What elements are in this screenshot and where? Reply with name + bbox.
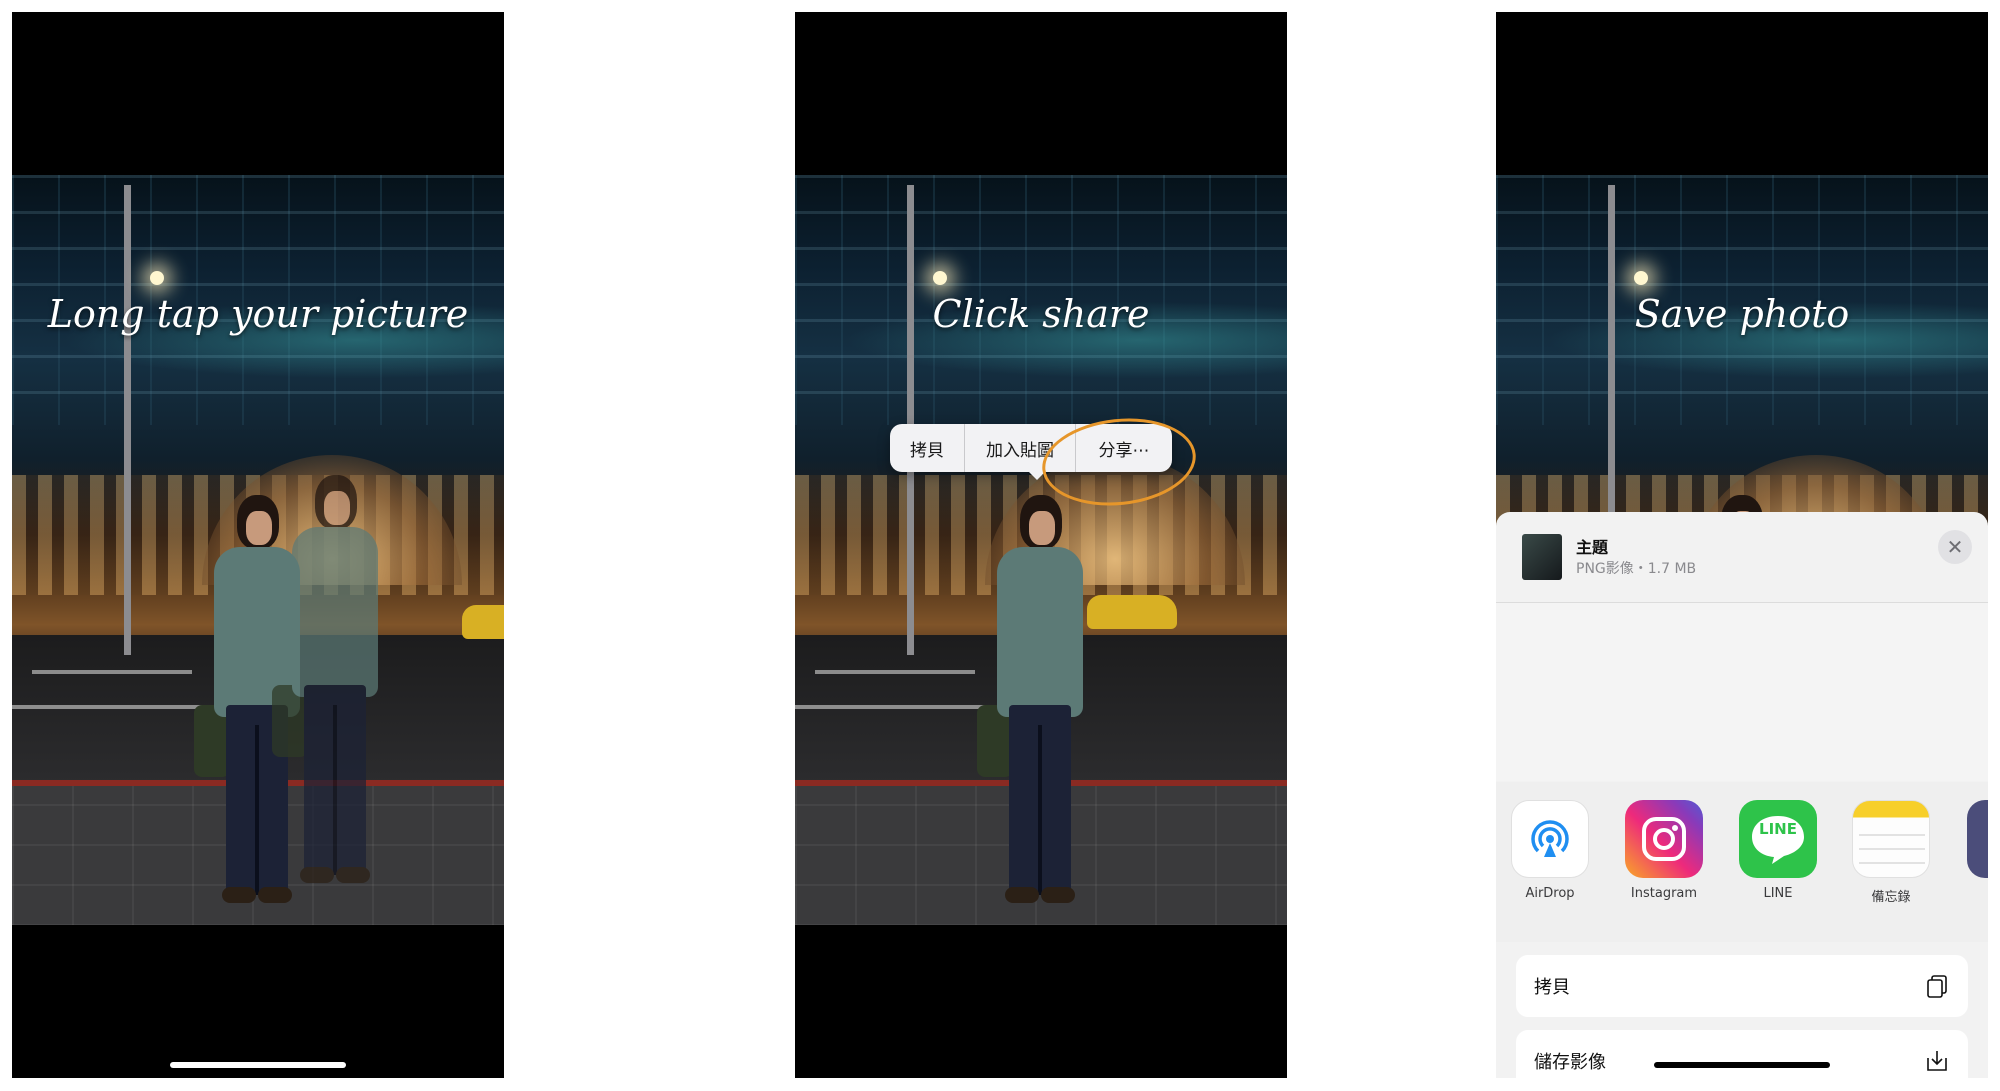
street-lamp — [150, 271, 164, 285]
close-button[interactable]: ✕ — [1938, 530, 1972, 564]
share-app-line[interactable]: LINE LINE — [1738, 800, 1818, 901]
share-app-airdrop[interactable]: AirDrop — [1510, 800, 1590, 901]
action-save-image[interactable]: 儲存影像 — [1516, 1030, 1968, 1078]
airdrop-icon — [1511, 800, 1589, 878]
share-sheet: 主題 PNG影像・1.7 MB ✕ AirDrop Instagram LINE… — [1496, 512, 1988, 1078]
share-app-label: LINE — [1763, 886, 1793, 901]
step2-screen: 拷貝 加入貼圖 分享⋯ Click share — [795, 12, 1287, 1078]
xmark-icon: ✕ — [1946, 535, 1964, 559]
step3-screen: Save photo 主題 PNG影像・1.7 MB ✕ AirDrop Ins… — [1496, 12, 1988, 1078]
notes-icon — [1852, 800, 1930, 878]
action-label: 儲存影像 — [1534, 1052, 1606, 1073]
road-marking — [32, 670, 192, 674]
share-app-label: AirDrop — [1525, 886, 1575, 901]
taxi — [1087, 595, 1177, 629]
share-app-label: Instagram — [1630, 886, 1698, 901]
action-copy[interactable]: 拷貝 — [1516, 955, 1968, 1017]
app-icon-partial — [1967, 800, 1988, 878]
menu-item-copy[interactable]: 拷貝 — [890, 424, 964, 472]
share-app-notes[interactable]: 備忘錄 — [1851, 800, 1931, 905]
road-marking — [815, 670, 975, 674]
instagram-icon — [1625, 800, 1703, 878]
copy-icon — [1927, 975, 1947, 998]
line-icon-text: LINE — [1759, 820, 1797, 838]
street-lamp-pole — [124, 185, 131, 655]
step-caption: Click share — [932, 292, 1150, 336]
line-icon: LINE — [1739, 800, 1817, 878]
share-apps-row: AirDrop Instagram LINE LINE 備忘錄 — [1496, 782, 1988, 942]
street-lamp — [1634, 271, 1648, 285]
home-indicator[interactable] — [170, 1062, 346, 1068]
street-photo[interactable] — [12, 175, 504, 925]
road-marking — [795, 705, 995, 709]
road-marking — [12, 705, 212, 709]
street-lamp — [933, 271, 947, 285]
share-app-label: 備忘錄 — [1871, 890, 1911, 905]
share-app-instagram[interactable]: Instagram — [1624, 800, 1704, 901]
share-app-partial[interactable] — [1966, 800, 1988, 878]
step1-screen: Long tap your picture — [12, 12, 504, 1078]
person-figure-selected — [272, 475, 390, 895]
share-item-subtitle: PNG影像・1.7 MB — [1576, 561, 1697, 577]
share-preview-area — [1496, 603, 1988, 781]
save-image-icon — [1927, 1051, 1947, 1071]
share-sheet-header: 主題 PNG影像・1.7 MB ✕ — [1496, 512, 1988, 602]
taxi — [462, 605, 504, 639]
street-lamp-pole — [907, 185, 914, 655]
step-caption: Save photo — [1634, 292, 1850, 336]
action-label: 拷貝 — [1534, 977, 1570, 998]
street-photo[interactable] — [795, 175, 1287, 925]
home-indicator[interactable] — [1654, 1062, 1830, 1068]
image-thumbnail — [1522, 534, 1562, 580]
person-figure-lifted[interactable] — [977, 495, 1095, 915]
step-caption: Long tap your picture — [47, 292, 469, 336]
share-item-title: 主題 — [1576, 538, 1609, 557]
